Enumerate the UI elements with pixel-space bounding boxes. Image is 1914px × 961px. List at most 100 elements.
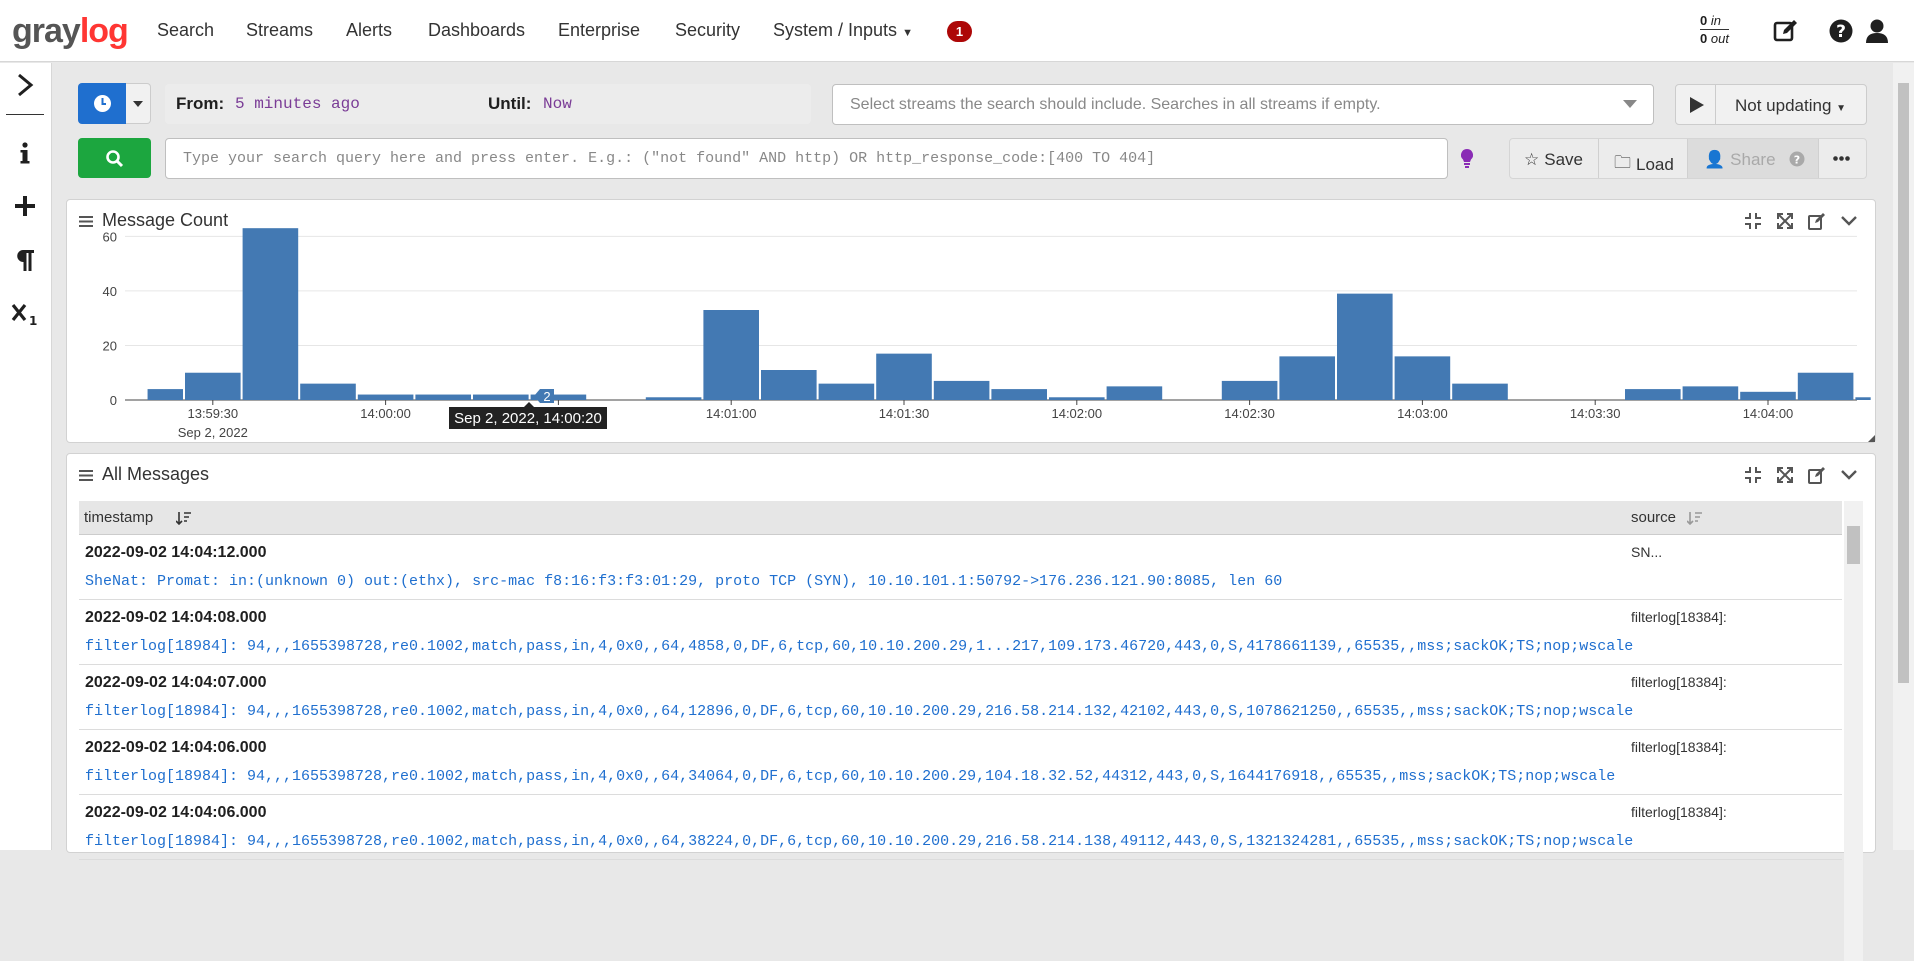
scrollbar-thumb[interactable] [1847, 526, 1860, 564]
time-range-display[interactable]: From: 5 minutes ago Until: Now [165, 84, 811, 124]
help-icon[interactable]: ? [1789, 151, 1805, 167]
top-navbar: graylog Search Streams Alerts Dashboards… [0, 0, 1914, 62]
column-timestamp[interactable]: timestamp [84, 509, 153, 526]
more-icon[interactable] [1833, 156, 1850, 161]
caret-down-icon [133, 101, 143, 107]
table-row[interactable]: 2022-09-02 14:04:08.000 filterlog[18384]… [79, 600, 1842, 665]
y-tick-label: 60 [103, 229, 117, 244]
table-row[interactable]: 2022-09-02 14:04:07.000 filterlog[18384]… [79, 665, 1842, 730]
chart-bar[interactable] [415, 394, 471, 400]
search-query-input[interactable]: Type your search query here and press en… [165, 138, 1448, 179]
chart-bar[interactable] [473, 394, 529, 400]
chart-bar[interactable] [300, 383, 356, 400]
clock-icon [94, 95, 111, 112]
svg-text:1: 1 [29, 314, 37, 328]
nav-security[interactable]: Security [675, 20, 740, 41]
scrollbar-thumb[interactable] [1898, 83, 1909, 683]
share-button[interactable]: 👤 Share [1704, 150, 1776, 170]
folder-icon: 🗀 [1614, 153, 1631, 172]
chart-bar[interactable] [1221, 380, 1278, 400]
edit-icon[interactable] [1808, 466, 1826, 484]
nav-system-inputs[interactable]: System / Inputs ▼ [773, 20, 913, 41]
y-tick-label: 40 [103, 284, 117, 299]
tooltip-arrow [524, 402, 534, 407]
y-tick-label: 20 [103, 338, 117, 353]
load-button[interactable]: 🗀 Load [1614, 150, 1674, 179]
chart-bar[interactable] [1740, 391, 1796, 400]
info-icon[interactable] [10, 138, 40, 168]
subscript-icon[interactable]: 1 [10, 298, 40, 328]
x-tick-label: 14:03:30 [1570, 406, 1621, 421]
time-range-dropdown[interactable] [126, 83, 151, 124]
nav-search[interactable]: Search [157, 20, 214, 41]
chevron-down-icon[interactable] [1840, 466, 1858, 484]
page-scrollbar[interactable] [1893, 63, 1914, 850]
chart-bar[interactable] [761, 370, 817, 400]
table-row[interactable]: 2022-09-02 14:04:06.000 filterlog[18384]… [79, 730, 1842, 795]
chart-bar[interactable] [1394, 356, 1451, 400]
chart-bar[interactable] [1106, 386, 1163, 400]
nav-alerts[interactable]: Alerts [346, 20, 392, 41]
compress-icon[interactable] [1744, 466, 1762, 484]
sort-icon[interactable] [1687, 511, 1702, 525]
nav-enterprise[interactable]: Enterprise [558, 20, 640, 41]
chevron-right-icon[interactable] [10, 70, 40, 100]
nav-dashboards[interactable]: Dashboards [428, 20, 525, 41]
chart-bar[interactable] [357, 394, 414, 400]
chart-bar[interactable] [991, 389, 1047, 400]
x-tick-label: 14:01:00 [706, 406, 757, 421]
from-value: 5 minutes ago [235, 95, 360, 113]
table-scrollbar[interactable] [1844, 501, 1863, 961]
chart-bar[interactable] [1049, 397, 1105, 400]
caret-down-icon [1623, 100, 1637, 108]
drag-handle-icon[interactable] [79, 470, 93, 481]
chart-bar[interactable] [1682, 386, 1739, 400]
user-icon[interactable] [1863, 17, 1891, 45]
x-tick-label: 14:02:00 [1051, 406, 1102, 421]
search-icon [106, 150, 124, 168]
chart-bar[interactable] [1625, 389, 1681, 400]
chart-bar[interactable] [645, 397, 702, 400]
widget-title: All Messages [102, 464, 210, 484]
play-button[interactable] [1676, 85, 1716, 124]
help-icon[interactable]: ? [1827, 17, 1855, 45]
chart-bar[interactable] [1855, 397, 1871, 400]
table-row[interactable]: 2022-09-02 14:04:06.000 filterlog[18384]… [79, 795, 1842, 860]
chart-bar[interactable] [1337, 293, 1393, 400]
chart-bar[interactable] [185, 372, 241, 400]
plus-icon[interactable] [10, 191, 40, 221]
chart-bar[interactable] [818, 383, 875, 400]
column-source[interactable]: source [1631, 509, 1676, 526]
table-row[interactable]: 2022-09-02 14:04:12.000 SN... SheNat: Pr… [79, 535, 1842, 600]
chart-bar[interactable] [933, 380, 990, 400]
chart-bar[interactable] [1452, 383, 1508, 400]
chart-bar[interactable] [703, 310, 759, 400]
caret-down-icon: ▼ [1836, 103, 1847, 114]
x-tick-label: 13:59:30 [187, 406, 238, 421]
search-button[interactable] [78, 138, 151, 178]
messages-table-header: timestamp source [79, 501, 1842, 535]
chart-bar[interactable] [242, 228, 299, 400]
graylog-logo[interactable]: graylog [12, 12, 129, 51]
expand-icon[interactable] [1776, 466, 1794, 484]
chart-bar[interactable] [1797, 372, 1854, 400]
search-actions: ☆ Save 🗀 Load 👤 Share ? [1509, 138, 1867, 179]
sidebar: 1 [0, 63, 52, 850]
refresh-interval-dropdown[interactable]: Not updating ▼ [1735, 96, 1846, 116]
sort-icon[interactable] [176, 511, 191, 525]
resize-handle-icon[interactable] [1868, 435, 1875, 442]
chart-bar[interactable] [876, 353, 932, 400]
throughput-counter: 0 in 0 out [1700, 13, 1729, 46]
chart-bar[interactable] [1279, 356, 1335, 400]
save-button[interactable]: ☆ Save [1524, 150, 1583, 170]
edit-icon[interactable] [1772, 17, 1800, 45]
chart-bar[interactable] [147, 389, 183, 400]
message-count-chart[interactable]: 0204060 13:59:30Sep 2, 202214:00:0014:00… [67, 200, 1877, 444]
lightbulb-icon[interactable] [1458, 147, 1476, 169]
paragraph-icon[interactable] [10, 245, 40, 275]
streams-select[interactable]: Select streams the search should include… [832, 84, 1654, 125]
nav-streams[interactable]: Streams [246, 20, 313, 41]
x-tick-label: 14:03:00 [1397, 406, 1448, 421]
notification-badge[interactable]: 1 [947, 21, 972, 42]
time-range-type-button[interactable] [78, 83, 126, 124]
